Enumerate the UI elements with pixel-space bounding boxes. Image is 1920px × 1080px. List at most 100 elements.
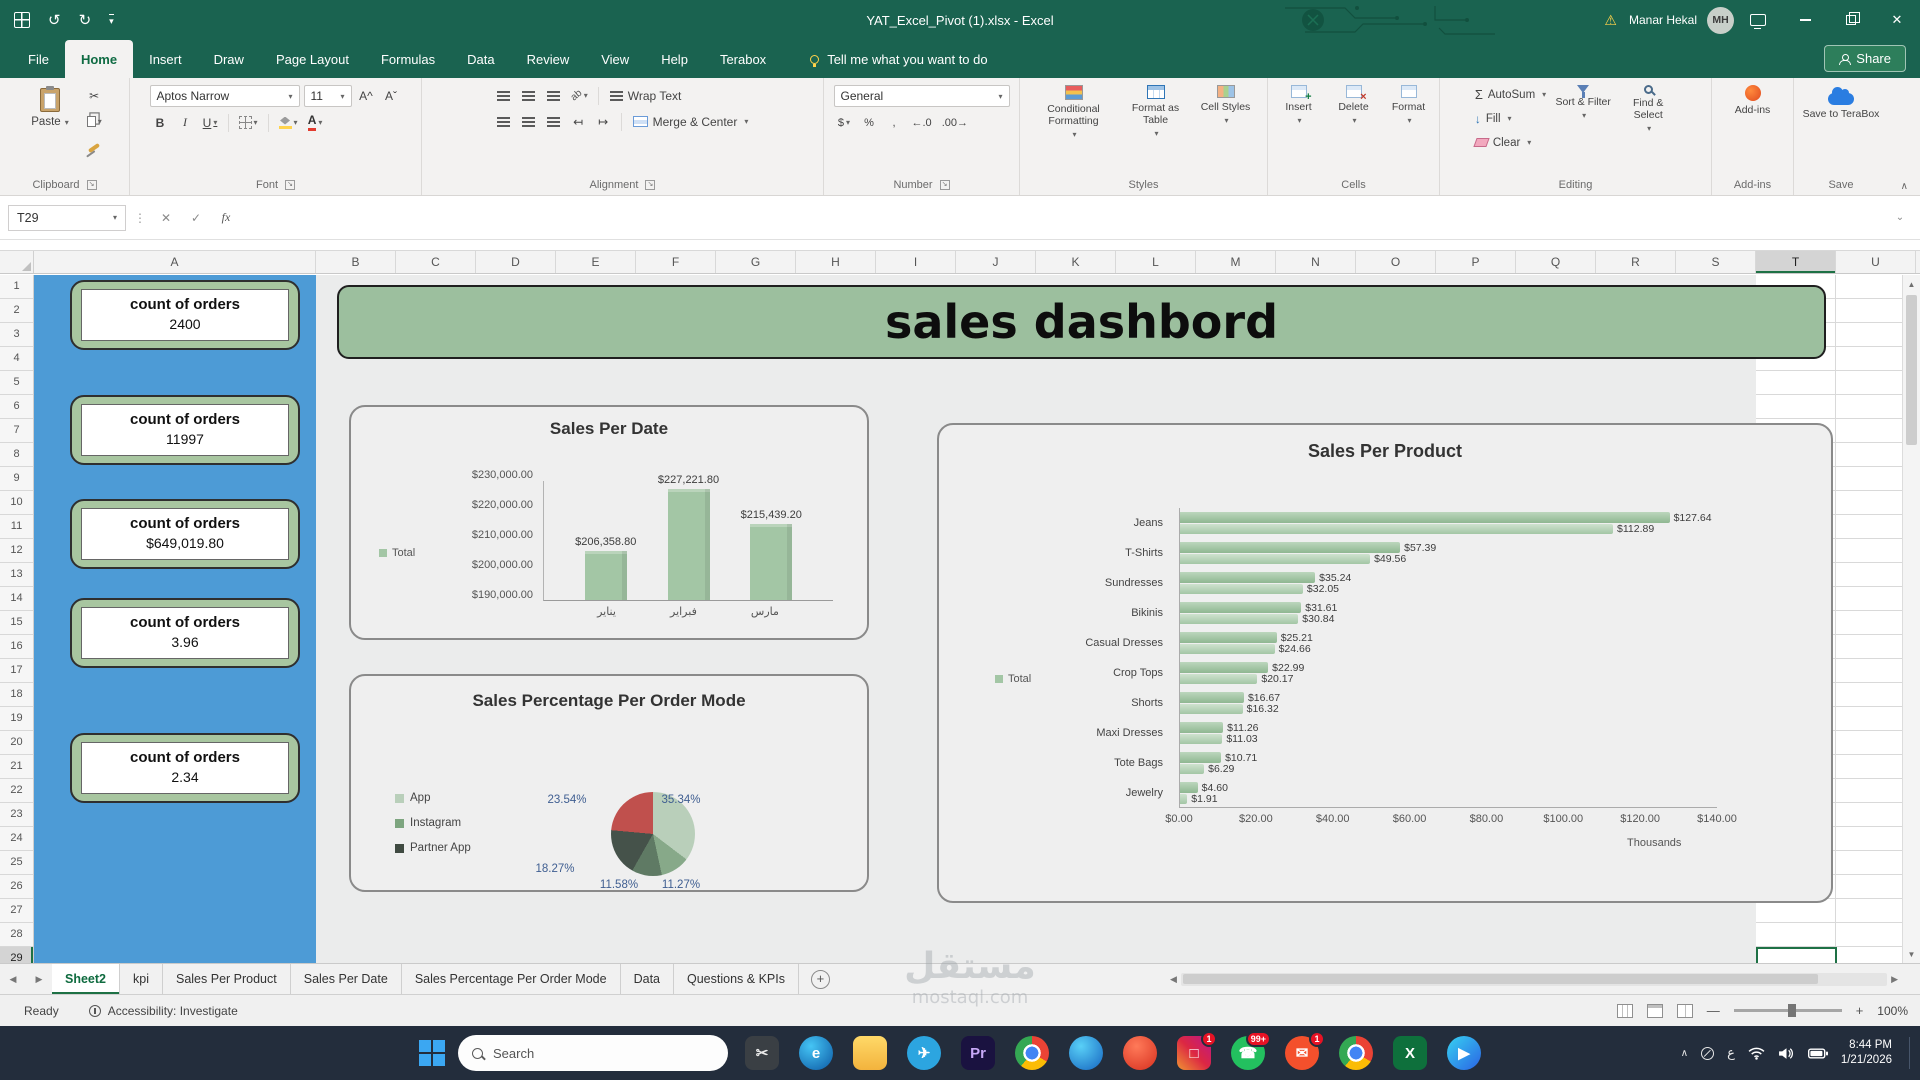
minimize-button[interactable] [1782,0,1828,40]
align-left-button[interactable] [493,111,514,132]
underline-button[interactable]: U▾ [200,112,221,133]
zoom-slider[interactable] [1734,1009,1842,1012]
name-box-resizer[interactable]: ⋮ [132,211,148,225]
clock[interactable]: 8:44 PM 1/21/2026 [1841,1038,1892,1068]
bold-button[interactable]: B [150,112,171,133]
menu-tab-page-layout[interactable]: Page Layout [260,40,365,78]
row-header-16[interactable]: 16 [0,635,33,659]
redo-button[interactable]: ↻ [79,11,92,29]
name-box[interactable]: T29▾ [8,205,126,231]
column-header-d[interactable]: D [476,251,556,273]
row-header-7[interactable]: 7 [0,419,33,443]
number-dialog-launcher[interactable]: ↘ [940,180,950,190]
horizontal-scroll-thumb[interactable] [1183,974,1819,984]
font-dialog-launcher[interactable]: ↘ [285,180,295,190]
sheet-tab-sales-percentage-per-order-mode[interactable]: Sales Percentage Per Order Mode [402,964,621,994]
row-header-21[interactable]: 21 [0,755,33,779]
battery-icon[interactable] [1808,1048,1828,1059]
column-header-p[interactable]: P [1436,251,1516,273]
fill-color-button[interactable]: ▾ [276,112,301,133]
instagram-icon[interactable]: □1 [1177,1036,1211,1070]
fill-button[interactable]: ↓Fill▾ [1475,109,1546,128]
mail-icon[interactable]: ✉1 [1285,1036,1319,1070]
accessibility-status[interactable]: Accessibility: Investigate [89,1004,238,1018]
insert-function-button[interactable]: fx [214,206,238,230]
percent-style-button[interactable]: % [859,112,880,133]
decrease-indent-button[interactable]: ↤ [568,111,589,132]
align-bottom-button[interactable] [543,85,564,106]
column-header-k[interactable]: K [1036,251,1116,273]
align-center-button[interactable] [518,111,539,132]
row-header-27[interactable]: 27 [0,899,33,923]
brave-icon[interactable] [1123,1036,1157,1070]
page-layout-view-button[interactable] [1647,1004,1663,1018]
font-color-button[interactable]: A▾ [305,112,326,133]
menu-tab-home[interactable]: Home [65,40,133,78]
cell-styles-button[interactable]: Cell Styles▾ [1198,85,1254,125]
menu-tab-draw[interactable]: Draw [198,40,260,78]
copy-button[interactable]: ▾ [84,111,105,132]
row-header-9[interactable]: 9 [0,467,33,491]
accounting-format-button[interactable]: $▾ [834,112,855,133]
scroll-down-arrow[interactable]: ▼ [1903,945,1920,963]
italic-button[interactable]: I [175,112,196,133]
normal-view-button[interactable] [1617,1004,1633,1018]
menu-tab-review[interactable]: Review [511,40,586,78]
volume-icon[interactable] [1778,1047,1795,1060]
row-header-1[interactable]: 1 [0,275,33,299]
alignment-dialog-launcher[interactable]: ↘ [645,180,655,190]
row-header-5[interactable]: 5 [0,371,33,395]
ribbon-display-icon[interactable] [1750,14,1766,26]
worksheet-grid[interactable]: 1234567891011121314151617181920212223242… [0,275,1920,963]
scroll-up-arrow[interactable]: ▲ [1903,275,1920,293]
column-header-s[interactable]: S [1676,251,1756,273]
row-header-12[interactable]: 12 [0,539,33,563]
row-header-11[interactable]: 11 [0,515,33,539]
cut-button[interactable]: ✂ [84,85,105,106]
font-size-select[interactable]: 11▾ [304,85,352,107]
menu-tab-data[interactable]: Data [451,40,510,78]
conditional-formatting-button[interactable]: Conditional Formatting▾ [1034,85,1114,139]
share-button[interactable]: Share [1824,45,1906,72]
do-not-disturb-icon[interactable] [1701,1047,1714,1060]
row-header-19[interactable]: 19 [0,707,33,731]
column-header-a[interactable]: A [34,251,316,273]
collapse-ribbon-button[interactable]: ∧ [1901,181,1908,192]
avatar[interactable]: MH [1707,7,1734,34]
align-top-button[interactable] [493,85,514,106]
delete-cells-button[interactable]: Delete▾ [1329,85,1378,125]
hidden-icons-chevron[interactable]: ∧ [1681,1048,1688,1059]
scroll-right-arrow[interactable]: ▶ [1891,974,1898,985]
taskbar-search[interactable]: Search [458,1035,728,1071]
column-header-r[interactable]: R [1596,251,1676,273]
row-header-28[interactable]: 28 [0,923,33,947]
previous-sheet-button[interactable]: ◀ [0,964,26,994]
comma-style-button[interactable]: , [884,112,905,133]
new-sheet-button[interactable]: + [811,970,830,989]
column-header-t[interactable]: T [1756,251,1836,273]
row-header-8[interactable]: 8 [0,443,33,467]
browser-icon[interactable] [1069,1036,1103,1070]
add-ins-button[interactable]: Add-ins [1723,85,1783,116]
whatsapp-icon[interactable]: ☎99+ [1231,1036,1265,1070]
select-all-corner[interactable] [0,251,34,273]
selected-cell-T29[interactable] [1756,947,1837,963]
row-header-2[interactable]: 2 [0,299,33,323]
row-header-25[interactable]: 25 [0,851,33,875]
number-format-select[interactable]: General▾ [834,85,1010,107]
row-header-17[interactable]: 17 [0,659,33,683]
zoom-in-button[interactable]: + [1856,1003,1864,1018]
zoom-slider-thumb[interactable] [1788,1004,1796,1017]
account-name[interactable]: Manar Hekal [1629,13,1697,27]
vertical-scroll-thumb[interactable] [1906,295,1917,445]
orientation-button[interactable]: ab▾ [568,85,591,106]
menu-tab-file[interactable]: File [12,40,65,78]
column-header-l[interactable]: L [1116,251,1196,273]
increase-decimal-button[interactable]: ←.0 [909,112,935,133]
row-header-13[interactable]: 13 [0,563,33,587]
vertical-scrollbar[interactable]: ▲ ▼ [1902,275,1920,963]
google-chrome-icon[interactable] [1339,1036,1373,1070]
row-header-6[interactable]: 6 [0,395,33,419]
insert-cells-button[interactable]: Insert▾ [1274,85,1323,125]
column-header-n[interactable]: N [1276,251,1356,273]
